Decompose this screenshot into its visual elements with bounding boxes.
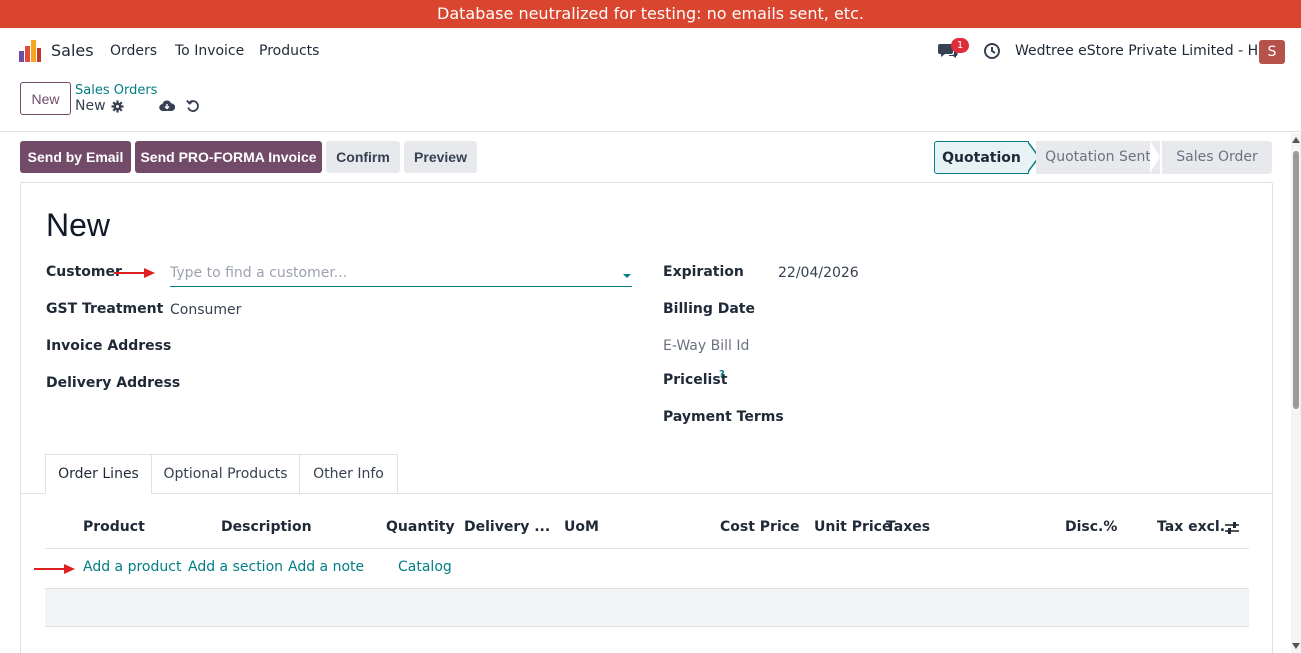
pricelist-label: Pricelist	[663, 372, 728, 388]
new-button[interactable]: New	[20, 82, 71, 115]
menu-orders[interactable]: Orders	[110, 43, 157, 59]
empty-table-row	[45, 589, 1249, 627]
chevron-down-icon[interactable]	[623, 274, 631, 278]
send-proforma-button[interactable]: Send PRO-FORMA Invoice	[135, 141, 322, 173]
add-product-link[interactable]: Add a product	[83, 559, 181, 575]
stage-quotation[interactable]: Quotation	[934, 141, 1029, 174]
expiration-field[interactable]: 22/04/2026	[778, 265, 859, 281]
breadcrumb-current: New	[75, 98, 106, 114]
company-switcher[interactable]: Wedtree eStore Private Limited - HO	[1015, 43, 1269, 59]
discard-changes-icon[interactable]	[186, 99, 200, 113]
customer-label: Customer	[46, 264, 122, 280]
gst-treatment-field[interactable]: Consumer	[170, 302, 241, 318]
add-note-link[interactable]: Add a note	[288, 559, 364, 575]
expiration-label: Expiration	[663, 264, 744, 280]
gear-icon[interactable]	[111, 100, 124, 113]
delivery-address-label: Delivery Address	[46, 375, 181, 391]
column-unit-price[interactable]: Unit Price	[814, 519, 891, 535]
column-tax-excl[interactable]: Tax excl.	[1157, 519, 1225, 535]
cloud-save-icon[interactable]	[159, 99, 175, 113]
message-count-badge: 1	[951, 38, 969, 53]
scrollbar-thumb[interactable]	[1293, 151, 1299, 409]
sales-app-icon[interactable]	[19, 40, 41, 62]
stage-quotation-sent[interactable]: Quotation Sent	[1036, 141, 1160, 174]
column-product[interactable]: Product	[83, 519, 145, 535]
payment-terms-label: Payment Terms	[663, 409, 784, 425]
column-uom[interactable]: UoM	[564, 519, 599, 535]
add-line-row: Add a product Add a section Add a note C…	[34, 549, 1249, 589]
scroll-up-icon[interactable]	[1292, 137, 1300, 143]
neutralized-banner: Database neutralized for testing: no ema…	[0, 0, 1301, 28]
send-by-email-button[interactable]: Send by Email	[20, 141, 131, 173]
column-discount[interactable]: Disc.%	[1065, 519, 1117, 535]
catalog-link[interactable]: Catalog	[398, 559, 452, 575]
user-avatar[interactable]: S	[1259, 40, 1285, 64]
invoice-address-label: Invoice Address	[46, 338, 172, 354]
top-navbar: Sales Orders To Invoice Products 1 Wedtr…	[0, 28, 1301, 74]
record-title: New	[46, 207, 111, 243]
page-scrollbar[interactable]	[1291, 133, 1301, 653]
help-tooltip-icon[interactable]: ?	[719, 369, 725, 380]
notebook-tabs: Order Lines Optional Products Other Info	[21, 454, 1272, 494]
customer-field[interactable]: Type to find a customer...	[170, 261, 632, 287]
customer-placeholder[interactable]: Type to find a customer...	[170, 265, 347, 281]
tab-optional-products[interactable]: Optional Products	[151, 454, 300, 493]
column-settings-icon[interactable]	[1225, 521, 1239, 535]
eway-bill-label: E-Way Bill Id	[663, 338, 750, 354]
order-lines-header: Product Description Quantity Delivery ..…	[45, 513, 1249, 549]
form-sheet: New Customer Type to find a customer... …	[20, 182, 1273, 653]
tab-other-info[interactable]: Other Info	[299, 454, 398, 493]
column-cost-price[interactable]: Cost Price	[720, 519, 800, 535]
red-arrow-icon	[114, 268, 155, 278]
stage-separator	[1150, 141, 1160, 173]
menu-products[interactable]: Products	[259, 43, 319, 59]
app-name[interactable]: Sales	[51, 41, 94, 60]
column-delivery[interactable]: Delivery ...	[464, 519, 550, 535]
tab-order-lines[interactable]: Order Lines	[45, 454, 152, 494]
column-description[interactable]: Description	[221, 519, 312, 535]
column-taxes[interactable]: Taxes	[886, 519, 930, 535]
preview-button[interactable]: Preview	[404, 141, 477, 173]
billing-date-label: Billing Date	[663, 301, 755, 317]
breadcrumb-sales-orders[interactable]: Sales Orders	[75, 83, 157, 98]
confirm-button[interactable]: Confirm	[326, 141, 400, 173]
column-quantity[interactable]: Quantity	[386, 519, 455, 535]
scroll-down-icon[interactable]	[1292, 643, 1300, 649]
control-panel: New Sales Orders New	[0, 74, 1301, 132]
menu-to-invoice[interactable]: To Invoice	[175, 43, 244, 59]
stage-sales-order[interactable]: Sales Order	[1162, 141, 1272, 174]
activity-clock-icon[interactable]	[983, 42, 1001, 60]
gst-treatment-label: GST Treatment	[46, 301, 164, 317]
red-arrow-icon	[34, 564, 75, 574]
add-section-link[interactable]: Add a section	[188, 559, 283, 575]
